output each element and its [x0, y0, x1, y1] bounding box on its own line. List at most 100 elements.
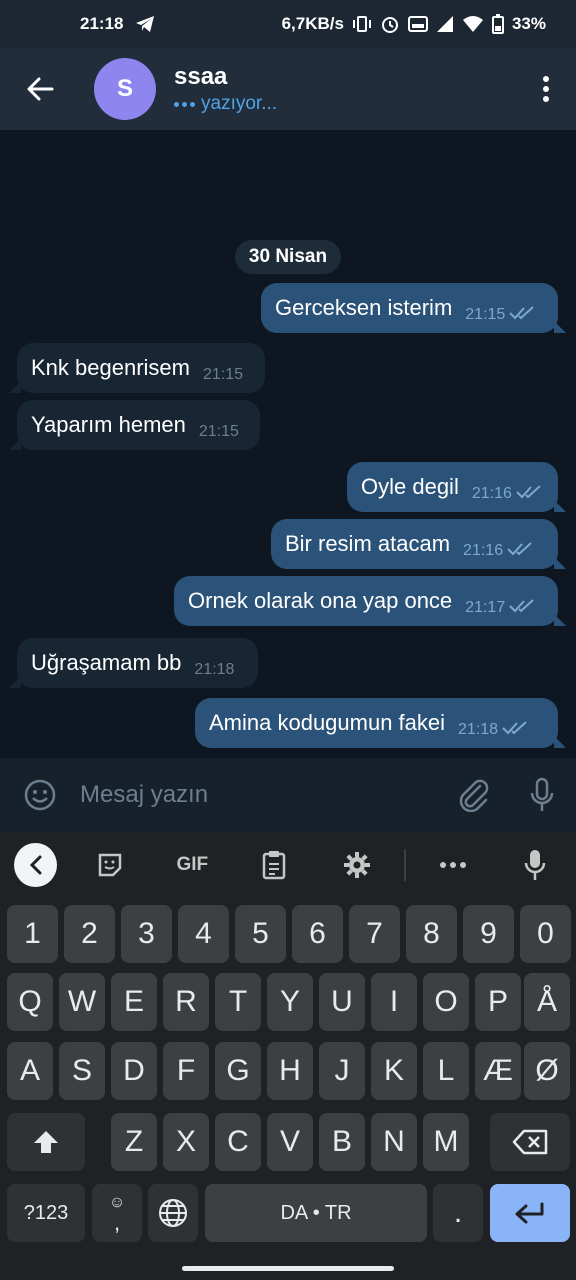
emoji-comma-key[interactable]: ☺ , — [92, 1184, 142, 1242]
key-0[interactable]: 0 — [520, 905, 571, 963]
more-tools-button[interactable] — [412, 840, 494, 890]
enter-key[interactable] — [490, 1184, 570, 1242]
message-bubble-outgoing[interactable]: Gerceksen isterim 21:15 — [261, 283, 566, 333]
key-c[interactable]: C — [215, 1113, 261, 1171]
more-options-button[interactable] — [516, 48, 576, 130]
message-bubble-incoming[interactable]: Knk begenrisem 21:15 — [9, 343, 265, 393]
key-o-slash[interactable]: Ø — [524, 1042, 570, 1100]
keyboard-collapse-button[interactable] — [14, 843, 58, 887]
key-b[interactable]: B — [319, 1113, 365, 1171]
symbols-key[interactable]: ?123 — [7, 1184, 85, 1242]
telegram-notification-icon — [135, 15, 155, 33]
message-bubble-incoming[interactable]: Uğraşamam bb 21:18 — [9, 638, 258, 688]
key-g[interactable]: G — [215, 1042, 261, 1100]
key-n[interactable]: N — [371, 1113, 417, 1171]
message-bubble-incoming[interactable]: Yaparım hemen 21:15 — [9, 400, 260, 450]
message-bubble-outgoing[interactable]: Ornek olarak ona yap once 21:17 — [174, 576, 566, 626]
key-2[interactable]: 2 — [64, 905, 115, 963]
message-bubble-outgoing[interactable]: Amina kodugumun fakei 21:18 — [195, 698, 566, 748]
message-time: 21:15 — [202, 366, 244, 383]
date-separator: 30 Nisan — [235, 240, 341, 274]
keyboard-toolbar: GIF — [0, 832, 576, 898]
period-key[interactable]: . — [433, 1184, 483, 1242]
clipboard-button[interactable] — [233, 840, 315, 890]
shift-key[interactable] — [7, 1113, 85, 1171]
key-6[interactable]: 6 — [292, 905, 343, 963]
key-l[interactable]: L — [423, 1042, 469, 1100]
gif-button[interactable]: GIF — [151, 840, 233, 890]
key-v[interactable]: V — [267, 1113, 313, 1171]
key-ae[interactable]: Æ — [475, 1042, 521, 1100]
key-d[interactable]: D — [111, 1042, 157, 1100]
key-j[interactable]: J — [319, 1042, 365, 1100]
settings-button[interactable] — [316, 840, 398, 890]
status-time: 21:18 — [80, 14, 124, 33]
microphone-icon — [530, 777, 554, 811]
alarm-icon — [380, 14, 400, 34]
read-checkmarks-icon — [516, 484, 542, 504]
keyboard-row-numbers: 1 2 3 4 5 6 7 8 9 0 — [0, 905, 576, 963]
back-arrow-icon — [27, 77, 54, 101]
key-1[interactable]: 1 — [7, 905, 58, 963]
key-e[interactable]: E — [111, 973, 157, 1031]
battery-level: 33% — [511, 14, 546, 33]
message-bubble-outgoing[interactable]: Oyle degil 21:16 — [347, 462, 566, 512]
emoji-button[interactable] — [0, 778, 80, 812]
backspace-key[interactable] — [490, 1113, 570, 1171]
key-t[interactable]: T — [215, 973, 261, 1031]
key-k[interactable]: K — [371, 1042, 417, 1100]
typing-dots-icon — [174, 101, 195, 107]
language-key[interactable] — [148, 1184, 198, 1242]
network-speed: 6,7KB/s — [281, 14, 344, 33]
key-x[interactable]: X — [163, 1113, 209, 1171]
attach-button[interactable] — [440, 778, 508, 812]
key-3[interactable]: 3 — [121, 905, 172, 963]
message-input[interactable] — [80, 781, 440, 809]
key-s[interactable]: S — [59, 1042, 105, 1100]
voice-record-button[interactable] — [508, 777, 576, 813]
key-m[interactable]: M — [423, 1113, 469, 1171]
key-7[interactable]: 7 — [349, 905, 400, 963]
key-h[interactable]: H — [267, 1042, 313, 1100]
key-r[interactable]: R — [163, 973, 209, 1031]
space-key[interactable]: DA • TR — [205, 1184, 427, 1242]
avatar[interactable]: S — [94, 58, 156, 120]
more-horiz-icon — [439, 862, 466, 868]
gesture-handle[interactable] — [182, 1266, 394, 1271]
key-q[interactable]: Q — [7, 973, 53, 1031]
key-p[interactable]: P — [475, 973, 521, 1031]
key-i[interactable]: I — [371, 973, 417, 1031]
key-9[interactable]: 9 — [463, 905, 514, 963]
key-5[interactable]: 5 — [235, 905, 286, 963]
message-time: 21:18 — [194, 661, 235, 678]
message-text: Oyle degil — [361, 474, 459, 499]
message-text: Bir resim atacam — [285, 531, 451, 556]
on-screen-keyboard: GIF 1 2 3 4 5 6 7 8 9 0 Q W E R T Y U I … — [0, 832, 576, 1280]
sticker-button[interactable] — [69, 840, 151, 890]
keyboard-row-q: Q W E R T Y U I O P Å — [0, 973, 576, 1031]
vibrate-icon — [352, 15, 372, 33]
key-4[interactable]: 4 — [178, 905, 229, 963]
keyboard-row-bottom: ?123 ☺ , DA • TR . — [0, 1184, 576, 1242]
read-checkmarks-icon — [509, 305, 535, 325]
chat-title[interactable]: ssaa — [174, 63, 277, 91]
key-o[interactable]: O — [423, 973, 469, 1031]
message-bubble-outgoing[interactable]: Bir resim atacam 21:16 — [271, 519, 566, 569]
back-button[interactable] — [0, 48, 80, 130]
key-a-ring[interactable]: Å — [524, 973, 570, 1031]
key-y[interactable]: Y — [267, 973, 313, 1031]
message-composer — [0, 758, 576, 832]
key-z[interactable]: Z — [111, 1113, 157, 1171]
key-8[interactable]: 8 — [406, 905, 457, 963]
key-w[interactable]: W — [59, 973, 105, 1031]
key-f[interactable]: F — [163, 1042, 209, 1100]
message-text: Knk begenrisem — [31, 355, 190, 380]
message-list[interactable]: 30 Nisan Gerceksen isterim 21:15 Knk beg… — [0, 130, 576, 758]
microphone-icon — [524, 850, 546, 880]
key-u[interactable]: U — [319, 973, 365, 1031]
smile-icon — [24, 779, 56, 811]
message-text: Ornek olarak ona yap once — [188, 588, 453, 613]
voice-typing-button[interactable] — [494, 840, 576, 890]
message-time: 21:16 — [463, 542, 504, 559]
key-a[interactable]: A — [7, 1042, 53, 1100]
